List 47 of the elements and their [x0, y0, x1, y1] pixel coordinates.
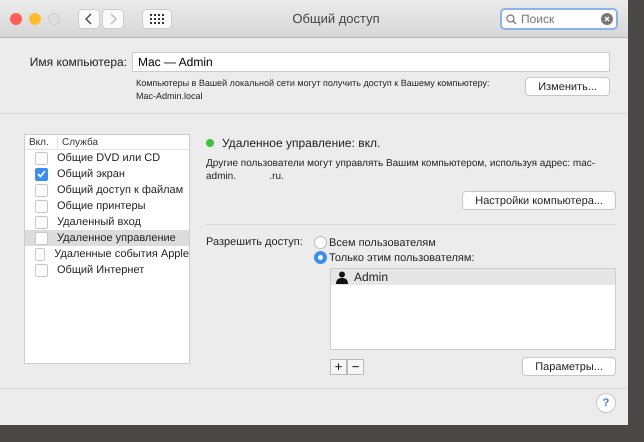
help-button[interactable]: ? [596, 393, 616, 413]
computer-name-label: Имя компьютера: [28, 55, 127, 69]
service-row[interactable]: Общие DVD или CD [25, 150, 189, 166]
service-row[interactable]: Общие принтеры [25, 198, 189, 214]
service-row[interactable]: Общий Интернет [25, 262, 189, 278]
address-description: Другие пользователи могут управлять Вашим компьютером, используя адрес: mac-admin. .ru. [206, 157, 596, 183]
minimize-button[interactable] [29, 12, 41, 24]
back-button[interactable] [78, 8, 100, 28]
grid-icon [150, 14, 164, 24]
radio-option[interactable]: Всем пользователям [314, 235, 616, 250]
checkbox[interactable] [35, 168, 48, 180]
window-title: Общий доступ [291, 11, 381, 26]
local-hostname: Mac-Admin.local [136, 90, 204, 103]
checkbox[interactable] [35, 184, 48, 196]
status-text: Удаленное управление: вкл. [222, 136, 380, 150]
checkbox[interactable] [35, 200, 48, 212]
checkbox[interactable] [35, 232, 48, 244]
checkbox[interactable] [35, 216, 48, 228]
computer-settings-button[interactable]: Настройки компьютера... [462, 191, 616, 210]
search-icon [506, 14, 517, 24]
checkbox[interactable] [35, 248, 46, 260]
computer-name-field[interactable]: Mac — Admin [132, 52, 610, 72]
service-row[interactable]: Удаленное управление [25, 230, 189, 246]
user-row[interactable]: Admin [331, 269, 615, 285]
clear-icon[interactable] [601, 12, 613, 24]
chevron-left-icon [85, 12, 93, 24]
service-row[interactable]: Общий доступ к файлам [25, 182, 189, 198]
service-row[interactable]: Общий экран [25, 166, 189, 182]
zoom-button[interactable] [48, 12, 60, 24]
person-icon [336, 270, 348, 284]
remove-button[interactable]: − [347, 358, 364, 374]
close-button[interactable] [10, 12, 22, 24]
chevron-right-icon [109, 12, 117, 24]
network-note: Компьютеры в Вашей локальной сети могут получить доступ к Вашему компьютеру: [136, 77, 491, 90]
add-button[interactable]: + [330, 358, 347, 374]
show-all-button[interactable] [142, 8, 172, 28]
edit-button[interactable]: Изменить... [525, 77, 610, 96]
options-button[interactable]: Параметры... [522, 357, 616, 376]
column-header: Вкл. [25, 136, 58, 148]
column-header: Служба [61, 136, 98, 148]
search-field[interactable]: Поиск [500, 8, 618, 30]
service-row[interactable]: Удаленный вход [25, 214, 189, 230]
access-label: Разрешить доступ: [206, 235, 304, 250]
radio-option[interactable]: Только этим пользователям: [314, 250, 616, 265]
checkbox[interactable] [35, 152, 48, 164]
service-row[interactable]: Удаленные события Apple [25, 246, 189, 262]
checkbox[interactable] [35, 264, 48, 276]
